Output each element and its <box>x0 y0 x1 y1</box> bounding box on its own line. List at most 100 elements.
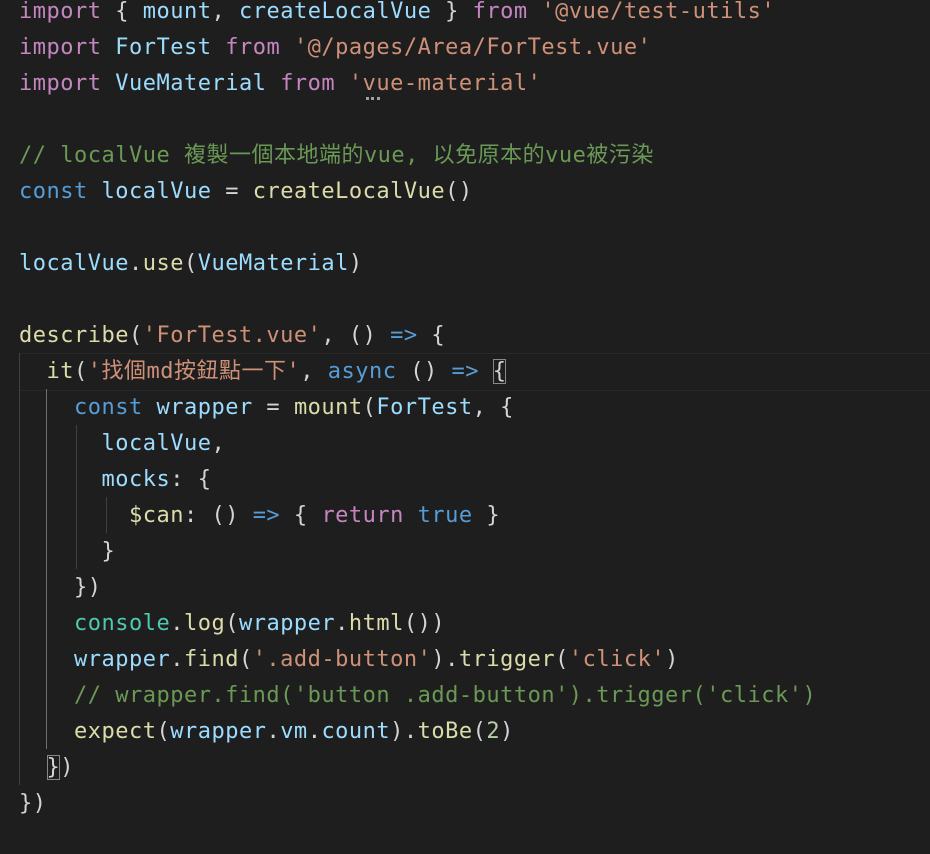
code-line-8[interactable]: localVue.use(VueMaterial) <box>19 246 363 282</box>
keyword-from: from <box>280 71 336 96</box>
code-line-3[interactable]: import VueMaterial from 'vue-material' <box>19 66 541 102</box>
code-line-12[interactable]: const wrapper = mount(ForTest, { <box>19 390 514 426</box>
function-log: log <box>183 611 226 636</box>
identifier-vuematerial: VueMaterial <box>197 251 349 276</box>
code-line-15[interactable]: $can: () => { return true } <box>19 498 500 534</box>
punctuation: () <box>396 359 452 384</box>
function-use: use <box>142 251 184 276</box>
identifier-fortest: ForTest <box>376 395 473 420</box>
code-line-10[interactable]: describe('ForTest.vue', () => { <box>19 318 445 354</box>
punctuation: . <box>170 611 184 636</box>
function-describe: describe <box>19 323 129 348</box>
punctuation: ( <box>183 251 198 276</box>
punctuation: { <box>101 0 143 24</box>
punctuation: ) <box>665 647 679 672</box>
property-mocks: mocks <box>101 467 171 492</box>
punctuation: , { <box>472 395 514 420</box>
identifier-createlocalvue: createLocalVue <box>238 0 432 24</box>
identifier-localvue: localVue <box>101 179 212 204</box>
bracket-match-highlight: { <box>492 359 507 384</box>
punctuation: } <box>101 539 116 564</box>
code-line-16[interactable]: } <box>19 534 115 570</box>
punctuation: ( <box>74 359 88 384</box>
code-line-13[interactable]: localVue, <box>19 426 225 462</box>
punctuation: { <box>417 323 446 348</box>
code-line-22[interactable]: }) <box>19 750 74 786</box>
punctuation: ). <box>431 647 459 672</box>
identifier-fortest: ForTest <box>115 35 212 60</box>
punctuation: . <box>170 647 184 672</box>
code-line-23[interactable]: }) <box>19 786 47 822</box>
code-line-19[interactable]: wrapper.find('.add-button').trigger('cli… <box>19 642 679 678</box>
identifier-wrapper: wrapper <box>238 611 336 636</box>
code-line-18[interactable]: console.log(wrapper.html()) <box>19 606 445 642</box>
punctuation: . <box>128 251 143 276</box>
keyword-from: from <box>225 35 281 60</box>
string-test-name: '找個md按鈕點一下' <box>87 359 301 384</box>
punctuation: ) <box>60 755 74 780</box>
string-selector: '.add-button' <box>252 647 432 672</box>
lint-hint-squiggle[interactable] <box>366 93 380 100</box>
identifier-wrapper: wrapper <box>156 395 253 420</box>
identifier-wrapper: wrapper <box>73 647 171 672</box>
function-trigger: trigger <box>458 647 556 672</box>
code-line-17[interactable]: }) <box>19 570 101 606</box>
punctuation: , <box>211 431 226 456</box>
code-line-11[interactable]: it('找個md按鈕點一下', async () => { <box>19 354 507 390</box>
punctuation: ( <box>225 611 239 636</box>
punctuation: , () <box>321 323 391 348</box>
keyword-import: import <box>19 35 102 60</box>
punctuation: ( <box>238 647 253 672</box>
operator-assign: = <box>211 179 253 204</box>
code-editor[interactable]: import { mount, createLocalVue } from '@… <box>0 0 930 854</box>
function-it: it <box>46 359 74 384</box>
code-line-5[interactable]: // localVue 複製一個本地端的vue, 以免原本的vue被污染 <box>19 138 654 174</box>
string-suite-name: 'ForTest.vue' <box>142 323 322 348</box>
operator-arrow: => <box>451 359 479 384</box>
punctuation: ) <box>500 719 514 744</box>
code-line-2[interactable]: import ForTest from '@/pages/Area/ForTes… <box>19 30 651 66</box>
code-line-14[interactable]: mocks: { <box>19 462 211 498</box>
keyword-import: import <box>19 71 102 96</box>
operator-arrow: => <box>390 323 418 348</box>
code-line-21[interactable]: expect(wrapper.vm.count).toBe(2) <box>19 714 514 750</box>
punctuation: } <box>472 503 501 528</box>
code-line-20[interactable]: // wrapper.find('button .add-button').tr… <box>19 678 816 714</box>
punctuation: } <box>431 0 473 24</box>
keyword-import: import <box>19 0 102 24</box>
method-can: $can <box>128 503 184 528</box>
code-line-6[interactable]: const localVue = createLocalVue() <box>19 174 473 210</box>
keyword-async: async <box>327 359 397 384</box>
function-tobe: toBe <box>417 719 473 744</box>
function-expect: expect <box>73 719 157 744</box>
punctuation: : { <box>170 467 212 492</box>
punctuation: { <box>280 503 322 528</box>
comment: // wrapper.find('button .add-button').tr… <box>73 683 817 708</box>
bracket-match-highlight: } <box>46 755 61 780</box>
punctuation: , <box>300 359 328 384</box>
string-module-path: '@vue/test-utils' <box>541 0 776 24</box>
keyword-const: const <box>73 395 143 420</box>
function-mount: mount <box>293 395 363 420</box>
punctuation: ( <box>128 323 143 348</box>
code-line-1[interactable]: import { mount, createLocalVue } from '@… <box>19 0 775 30</box>
punctuation: ) <box>348 251 363 276</box>
identifier-wrapper: wrapper <box>170 719 267 744</box>
